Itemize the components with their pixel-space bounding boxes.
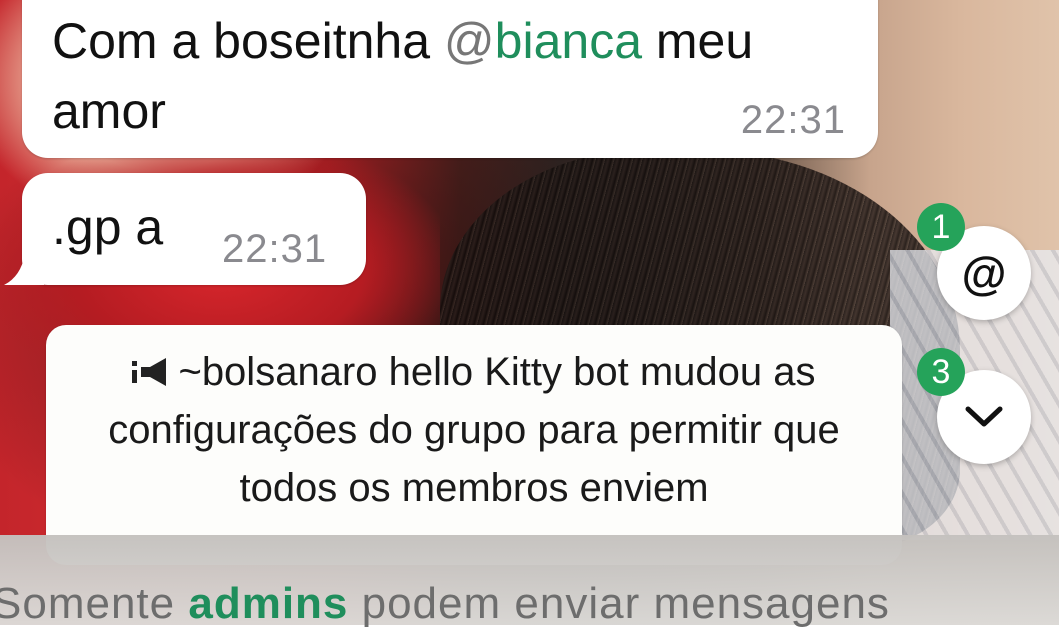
chevron-down-icon: [965, 406, 1003, 427]
admins-only-footer: Somente admins podem enviar mensagens: [0, 535, 1059, 628]
mention-count-badge: 1: [917, 203, 965, 251]
admins-only-text: Somente admins podem enviar mensagens: [0, 579, 890, 628]
message-timestamp: 22:31: [222, 227, 328, 271]
message-bubble[interactable]: .gp a 22:31: [4, 173, 366, 285]
message-timestamp: 22:31: [740, 98, 846, 142]
admins-link[interactable]: admins: [188, 579, 348, 628]
unread-count-badge: 3: [917, 348, 965, 396]
message-bubble[interactable]: Com a boseitnha @bianca meu amor 22:31: [22, 0, 878, 158]
system-notice: ~bolsanaro hello Kitty bot mudou as conf…: [46, 325, 902, 565]
mention-link[interactable]: @bianca: [444, 13, 642, 69]
system-notice-text: ~bolsanaro hello Kitty bot mudou as conf…: [108, 350, 840, 510]
bubble-tail-icon: [4, 245, 44, 285]
message-text: .gp a: [52, 199, 164, 255]
megaphone-icon: [132, 358, 167, 386]
